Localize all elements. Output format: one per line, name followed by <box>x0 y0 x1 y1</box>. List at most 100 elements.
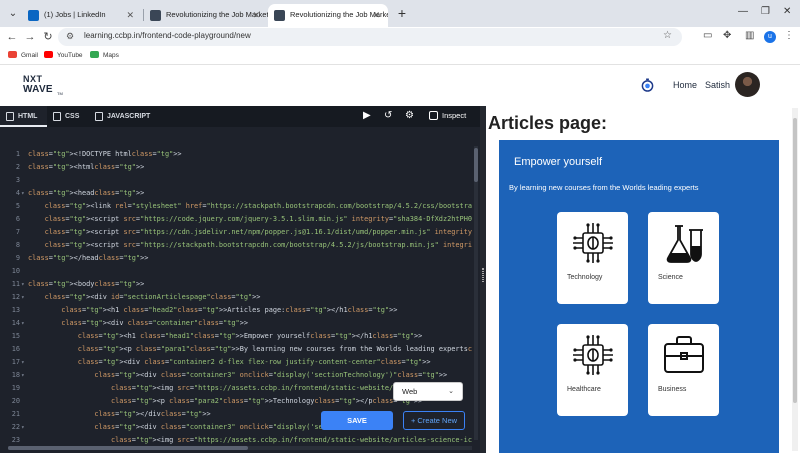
fold-chevron-icon[interactable]: ▾ <box>21 421 25 434</box>
tab-ccbp-2-active[interactable]: Revolutionizing the Job Market ✕ <box>268 4 388 27</box>
code-line[interactable]: 17 ▾ class="tg"><div class="container2 d-… <box>0 356 472 369</box>
extensions-icon[interactable]: ✥ <box>723 30 731 41</box>
code-line[interactable]: 8 class="tg"><script src="https://stackp… <box>0 239 472 252</box>
new-tab-button[interactable]: + <box>394 5 410 21</box>
code-line[interactable]: 5 class="tg"><link rel="stylesheet" href… <box>0 200 472 213</box>
url-text[interactable]: learning.ccbp.in/frontend-code-playgroun… <box>84 31 251 40</box>
stopwatch-icon[interactable] <box>641 78 654 92</box>
user-name[interactable]: Satish <box>705 80 730 90</box>
forward-arrow-icon[interactable]: → <box>22 29 38 45</box>
close-icon[interactable]: ✕ <box>372 4 380 26</box>
code-line[interactable]: 13 class="tg"><h1 class="head2"class="tg… <box>0 304 472 317</box>
bookmark-gmail[interactable]: Gmail <box>8 51 38 59</box>
fold-chevron-icon[interactable]: ▾ <box>21 356 25 369</box>
nxtwave-logo[interactable]: NXT WAVE TM <box>23 74 65 98</box>
nav-home-link[interactable]: Home <box>673 80 697 90</box>
side-panel-icon[interactable]: ▥ <box>745 30 754 41</box>
kebab-menu-icon[interactable]: ⋮ <box>784 30 794 41</box>
category-card-healthcare[interactable]: Healthcare <box>557 324 628 416</box>
fold-chevron-icon[interactable]: ▾ <box>21 278 25 291</box>
chevron-down-icon: ⌄ <box>448 388 454 395</box>
run-play-icon[interactable]: ▶ <box>363 110 371 121</box>
tab-css[interactable]: CSS <box>47 106 87 127</box>
bookmark-star-icon[interactable]: ☆ <box>663 30 672 41</box>
close-icon[interactable]: ✕ <box>126 4 134 26</box>
site-info-icon[interactable]: ⚙ <box>66 31 74 42</box>
container-paragraph: By learning new courses from the Worlds … <box>509 183 699 192</box>
code-text: class="tg"><div id="sectionArticlespage"… <box>44 293 261 301</box>
bookmark-maps[interactable]: Maps <box>90 51 119 59</box>
code-text: class="tg"><div class="container2 d-flex… <box>77 358 431 366</box>
cast-icon[interactable]: ▭ <box>703 30 712 41</box>
scrollbar-thumb[interactable] <box>793 118 797 403</box>
code-text: class="tg"><h1 class="head2"class="tg">>… <box>61 306 398 314</box>
avatar[interactable] <box>735 72 760 97</box>
inspect-checkbox[interactable] <box>429 111 438 120</box>
category-card-science[interactable]: Science <box>648 212 719 304</box>
settings-gear-icon[interactable]: ⚙ <box>405 110 414 121</box>
category-card-business[interactable]: Business <box>648 324 719 416</box>
line-number: 7 <box>15 228 20 236</box>
tab-linkedin[interactable]: (1) Jobs | LinkedIn ✕ <box>22 4 142 27</box>
line-number: 15 <box>11 332 20 340</box>
window-close-icon[interactable]: ✕ <box>783 6 791 17</box>
category-label: Technology <box>567 274 603 281</box>
reset-icon[interactable]: ↺ <box>384 110 392 121</box>
minimize-icon[interactable]: — <box>738 6 748 17</box>
fold-chevron-icon[interactable]: ▾ <box>21 291 25 304</box>
code-line[interactable]: 11 ▾ class="tg"><bodyclass="tg">> <box>0 278 472 291</box>
restore-icon[interactable]: ❐ <box>761 6 770 17</box>
code-line[interactable]: 22 ▾ class="tg"><div class="container3" o… <box>0 421 472 434</box>
line-number: 1 <box>15 150 20 158</box>
code-line[interactable]: 14 ▾ class="tg"><div class="container"cla… <box>0 317 472 330</box>
code-line[interactable]: 1 class="tg"><!DOCTYPE htmlclass="tg">> <box>0 148 472 161</box>
code-line[interactable]: 2 class="tg"><htmlclass="tg">> <box>0 161 472 174</box>
tab-ccbp-1[interactable]: Revolutionizing the Job Market ✕ <box>144 4 268 27</box>
fold-chevron-icon[interactable]: ▾ <box>21 187 25 200</box>
code-line[interactable]: 16 class="tg"><p class="para1"class="tg"… <box>0 343 472 356</box>
code-line[interactable]: 9 class="tg"></headclass="tg">> <box>0 252 472 265</box>
code-text: class="tg"><script src="https://cdn.jsde… <box>44 228 472 236</box>
scrollbar-thumb[interactable] <box>474 148 478 182</box>
scrollbar-thumb[interactable] <box>8 446 248 450</box>
inspect-toggle[interactable]: Inspect <box>429 111 466 120</box>
profile-avatar[interactable]: u <box>764 31 776 43</box>
close-icon[interactable]: ✕ <box>252 4 260 26</box>
preview-scrollbar[interactable] <box>792 108 798 451</box>
line-number: 22 <box>11 423 20 431</box>
url-bar[interactable]: ⚙ learning.ccbp.in/frontend-code-playgro… <box>58 28 682 46</box>
code-line[interactable]: 7 class="tg"><script src="https://cdn.js… <box>0 226 472 239</box>
code-line[interactable]: 10 <box>0 265 472 278</box>
editor-horizontal-scrollbar[interactable] <box>8 446 472 450</box>
code-line[interactable]: 3 <box>0 174 472 187</box>
code-line[interactable]: 12 ▾ class="tg"><div id="sectionArticlesp… <box>0 291 472 304</box>
code-line[interactable]: 21 class="tg"></divclass="tg">> <box>0 408 472 421</box>
save-button[interactable]: SAVE <box>321 411 393 430</box>
code-line[interactable]: 18 ▾ class="tg"><div class="container3" o… <box>0 369 472 382</box>
line-number: 20 <box>11 397 20 405</box>
code-line[interactable]: 23 class="tg"><img src="https://assets.c… <box>0 434 472 444</box>
code-line[interactable]: 15 class="tg"><h1 class="head1"class="tg… <box>0 330 472 343</box>
fold-chevron-icon[interactable]: ▾ <box>21 317 25 330</box>
code-line[interactable]: 4 ▾ class="tg"><headclass="tg">> <box>0 187 472 200</box>
tab-html[interactable]: HTML <box>0 106 47 127</box>
container-heading: Empower yourself <box>514 156 603 168</box>
create-new-button[interactable]: + Create New <box>403 411 465 430</box>
fold-chevron-icon[interactable]: ▾ <box>21 369 25 382</box>
code-line[interactable]: 6 class="tg"><script src="https://code.j… <box>0 213 472 226</box>
line-number: 9 <box>15 254 20 262</box>
category-label: Healthcare <box>567 386 601 393</box>
back-arrow-icon[interactable]: ← <box>4 29 20 45</box>
editor-vertical-scrollbar[interactable] <box>474 146 478 440</box>
code-text: class="tg"><img src="https://assets.ccbp… <box>110 436 472 444</box>
category-card-technology[interactable]: Technology <box>557 212 628 304</box>
drag-grip-icon[interactable] <box>482 268 484 282</box>
bookmark-youtube[interactable]: YouTube <box>44 51 83 59</box>
code-text: class="tg"><!DOCTYPE htmlclass="tg">> <box>28 150 182 158</box>
tab-search-chevron-icon[interactable]: ⌄ <box>4 5 22 23</box>
reload-icon[interactable]: ↻ <box>40 29 56 45</box>
tab-javascript[interactable]: JAVASCRIPT <box>89 106 153 127</box>
view-mode-select[interactable]: Web ⌄ <box>393 382 463 401</box>
line-number: 5 <box>15 202 20 210</box>
code-text: class="tg"><bodyclass="tg">> <box>28 280 145 288</box>
